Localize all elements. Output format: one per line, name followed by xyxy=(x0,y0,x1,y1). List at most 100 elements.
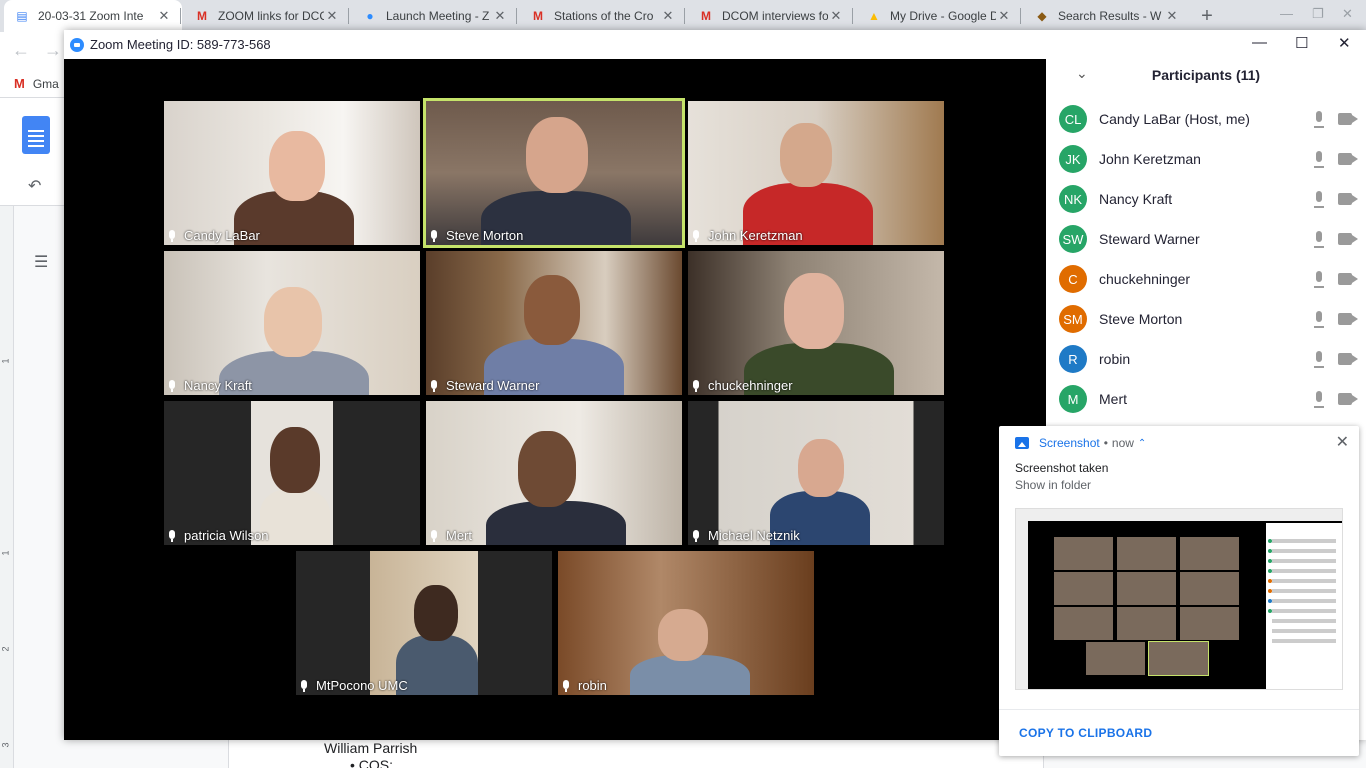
browser-close-icon[interactable]: ✕ xyxy=(1342,6,1353,22)
close-tab-icon[interactable]: ✕ xyxy=(996,8,1012,24)
video-camera-icon[interactable] xyxy=(1338,273,1358,285)
participant-face xyxy=(524,275,580,345)
video-tile[interactable]: Mert xyxy=(426,401,682,545)
close-tab-icon[interactable]: ✕ xyxy=(156,8,172,24)
browser-tab[interactable]: ▲ My Drive - Google D ✕ xyxy=(856,0,1022,32)
video-camera-icon[interactable] xyxy=(1338,393,1358,405)
browser-tab[interactable]: ● Launch Meeting - Z ✕ xyxy=(352,0,518,32)
browser-tab[interactable]: ◆ Search Results - W ✕ xyxy=(1024,0,1190,32)
back-arrow-icon[interactable]: ← xyxy=(12,40,30,61)
close-tab-icon[interactable]: ✕ xyxy=(324,8,340,24)
microphone-icon[interactable] xyxy=(1314,231,1324,248)
zoom-maximize-icon[interactable]: ☐ xyxy=(1295,34,1308,52)
copy-to-clipboard-button[interactable]: COPY TO CLIPBOARD xyxy=(1019,726,1152,740)
video-feed xyxy=(426,101,682,245)
participant-name: Steve Morton xyxy=(1099,311,1183,327)
tile-participant-name: Steve Morton xyxy=(446,228,524,243)
thumbnail-avatar xyxy=(1268,609,1272,613)
video-tile[interactable]: Candy LaBar xyxy=(164,101,420,245)
close-tab-icon[interactable]: ✕ xyxy=(660,8,676,24)
participant-row[interactable]: NK Nancy Kraft xyxy=(1046,179,1366,219)
video-tile[interactable]: Michael Netznik xyxy=(688,401,944,545)
participant-face xyxy=(518,431,576,507)
tile-name-label: Candy LaBar xyxy=(168,228,260,243)
undo-icon[interactable]: ↶ xyxy=(28,176,41,196)
document-outline-icon[interactable]: ☰ xyxy=(34,252,52,271)
video-camera-icon[interactable] xyxy=(1338,113,1358,125)
thumbnail-avatar xyxy=(1268,569,1272,573)
participant-row[interactable]: SW Steward Warner xyxy=(1046,219,1366,259)
show-in-folder-link[interactable]: Show in folder xyxy=(1015,478,1091,492)
participant-face xyxy=(264,287,322,357)
microphone-icon[interactable] xyxy=(1314,151,1324,168)
tile-name-label: Nancy Kraft xyxy=(168,378,252,393)
video-camera-icon[interactable] xyxy=(1338,313,1358,325)
video-camera-icon[interactable] xyxy=(1338,193,1358,205)
video-tile[interactable]: Nancy Kraft xyxy=(164,251,420,395)
browser-tab-title: Search Results - W xyxy=(1058,9,1162,23)
video-feed xyxy=(426,251,682,395)
zoom-minimize-icon[interactable]: — xyxy=(1252,34,1267,51)
avatar: JK xyxy=(1059,145,1087,173)
new-tab-button[interactable]: + xyxy=(1196,4,1218,28)
zoom-close-icon[interactable]: ✕ xyxy=(1338,34,1351,52)
tile-participant-name: Nancy Kraft xyxy=(184,378,252,393)
forward-arrow-icon[interactable]: → xyxy=(44,40,62,61)
tab-separator xyxy=(684,8,685,24)
video-feed xyxy=(688,401,944,545)
participant-row[interactable]: Cchuckehninger xyxy=(1046,259,1366,299)
participant-row[interactable]: CL Candy LaBar (Host, me) xyxy=(1046,99,1366,139)
video-feed xyxy=(164,101,420,245)
participant-body xyxy=(486,501,626,545)
thumbnail-tile xyxy=(1054,537,1113,570)
microphone-icon[interactable] xyxy=(1314,351,1324,368)
microphone-icon[interactable] xyxy=(1314,391,1324,408)
video-tile[interactable]: Steward Warner xyxy=(426,251,682,395)
video-tile[interactable]: John Keretzman xyxy=(688,101,944,245)
browser-minimize-icon[interactable]: — xyxy=(1280,6,1293,21)
video-tile[interactable]: chuckehninger xyxy=(688,251,944,395)
close-tab-icon[interactable]: ✕ xyxy=(492,8,508,24)
chevron-up-icon[interactable]: ⌃ xyxy=(1138,438,1146,449)
tile-participant-name: MtPocono UMC xyxy=(316,678,408,693)
video-camera-icon[interactable] xyxy=(1338,233,1358,245)
screenshot-app-icon xyxy=(1015,437,1029,449)
microphone-icon[interactable] xyxy=(1314,311,1324,328)
thumbnail-avatar xyxy=(1268,589,1272,593)
google-docs-logo-icon[interactable] xyxy=(22,116,50,154)
participant-row[interactable]: SM Steve Morton xyxy=(1046,299,1366,339)
thumbnail-row xyxy=(1272,559,1336,563)
participant-row[interactable]: JK John Keretzman xyxy=(1046,139,1366,179)
close-icon[interactable]: ✕ xyxy=(1336,432,1349,452)
browser-tab[interactable]: M ZOOM links for DCC ✕ xyxy=(184,0,350,32)
participant-face xyxy=(414,585,458,641)
browser-tab[interactable]: M Stations of the Cro ✕ xyxy=(520,0,686,32)
close-tab-icon[interactable]: ✕ xyxy=(828,8,844,24)
video-tile[interactable]: patricia Wilson xyxy=(164,401,420,545)
close-tab-icon[interactable]: ✕ xyxy=(1164,8,1180,24)
microphone-icon[interactable] xyxy=(1314,271,1324,288)
video-tile[interactable]: Steve Morton xyxy=(423,98,685,248)
microphone-icon[interactable] xyxy=(1314,111,1324,128)
notification-divider xyxy=(999,709,1359,710)
tile-participant-name: Michael Netznik xyxy=(708,528,800,543)
video-camera-icon[interactable] xyxy=(1338,353,1358,365)
thumbnail-row xyxy=(1272,599,1336,603)
microphone-icon[interactable] xyxy=(1314,191,1324,208)
tile-name-label: Michael Netznik xyxy=(692,528,800,543)
video-tile[interactable]: robin xyxy=(558,551,814,695)
bookmark-gmail[interactable]: M Gma xyxy=(14,76,59,91)
video-camera-icon[interactable] xyxy=(1338,153,1358,165)
video-feed xyxy=(164,251,420,395)
video-tile[interactable]: MtPocono UMC xyxy=(296,551,552,695)
browser-restore-icon[interactable]: ❐ xyxy=(1312,6,1324,22)
tile-participant-name: Candy LaBar xyxy=(184,228,260,243)
browser-tab[interactable]: M DCOM interviews fo ✕ xyxy=(688,0,854,32)
thumbnail-tile xyxy=(1117,607,1176,640)
browser-tab[interactable]: ▤ 20-03-31 Zoom Inte ✕ xyxy=(4,0,182,32)
participant-row[interactable]: M Mert xyxy=(1046,379,1366,419)
avatar: R xyxy=(1059,345,1087,373)
screenshot-thumbnail[interactable] xyxy=(1015,508,1343,690)
participant-row[interactable]: Rrobin xyxy=(1046,339,1366,379)
screenshot-notification: Screenshot • now ⌃ ✕ Screenshot taken Sh… xyxy=(999,426,1359,756)
